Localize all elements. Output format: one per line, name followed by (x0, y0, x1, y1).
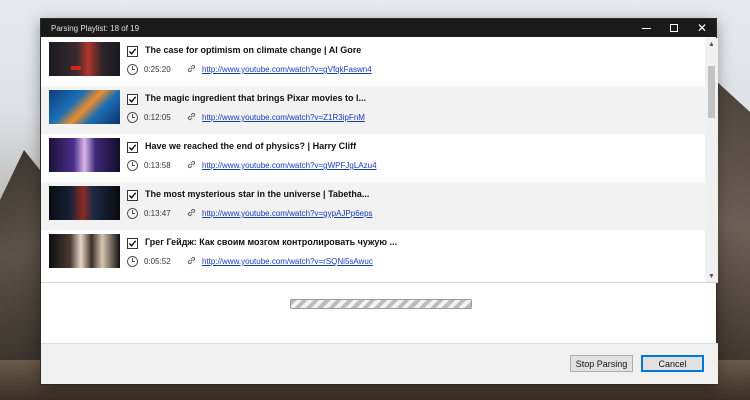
clock-icon (127, 256, 138, 267)
video-url-link[interactable]: http://www.youtube.com/watch?v=gWPFJgLAz… (202, 161, 377, 170)
video-thumbnail (49, 42, 120, 76)
vertical-scrollbar[interactable]: ▲ ▼ (705, 38, 718, 282)
stop-parsing-button[interactable]: Stop Parsing (570, 355, 633, 372)
parsing-playlist-dialog: Parsing Playlist: 18 of 19 ✕ The case fo… (40, 18, 718, 385)
window-controls: ✕ (632, 19, 716, 37)
video-title: Have we reached the end of physics? | Ha… (145, 141, 357, 151)
video-title: The most mysterious star in the universe… (145, 189, 370, 199)
video-url-link[interactable]: http://www.youtube.com/watch?v=Z1R3ipFnM (202, 113, 365, 122)
clock-icon (127, 208, 138, 219)
dialog-footer: Stop Parsing Cancel (41, 343, 718, 384)
list-item[interactable]: Have we reached the end of physics? | Ha… (41, 134, 705, 182)
video-url-link[interactable]: http://www.youtube.com/watch?v=gVfqkFasw… (202, 65, 372, 74)
video-title: The magic ingredient that brings Pixar m… (145, 93, 367, 103)
video-title: The case for optimism on climate change … (145, 45, 362, 55)
scroll-down-button[interactable]: ▼ (705, 270, 718, 282)
title-bar[interactable]: Parsing Playlist: 18 of 19 ✕ (41, 19, 716, 37)
parsing-progress-bar (290, 299, 472, 309)
link-icon (187, 112, 196, 121)
video-checkbox[interactable] (127, 190, 138, 201)
cancel-button[interactable]: Cancel (641, 355, 704, 372)
list-item[interactable]: The most mysterious star in the universe… (41, 182, 705, 230)
video-checkbox[interactable] (127, 142, 138, 153)
minimize-icon (641, 27, 651, 29)
checkmark-icon (128, 48, 137, 55)
close-icon: ✕ (696, 21, 708, 35)
chevron-up-icon: ▲ (708, 41, 715, 48)
video-duration: 0:05:52 (144, 257, 171, 266)
checkmark-icon (128, 192, 137, 199)
video-duration: 0:13:58 (144, 161, 171, 170)
link-icon (187, 208, 196, 217)
video-thumbnail (49, 234, 120, 268)
checkmark-icon (128, 96, 137, 103)
checkmark-icon (128, 240, 137, 247)
playlist-list: The case for optimism on climate change … (41, 38, 705, 282)
clock-icon (127, 160, 138, 171)
video-thumbnail (49, 138, 120, 172)
maximize-button[interactable] (660, 19, 688, 37)
minimize-button[interactable] (632, 19, 660, 37)
scrollbar-thumb[interactable] (708, 66, 715, 118)
link-icon (187, 256, 196, 265)
clock-icon (127, 64, 138, 75)
video-duration: 0:12:05 (144, 113, 171, 122)
chevron-down-icon: ▼ (708, 273, 715, 280)
maximize-icon (670, 24, 678, 32)
link-icon (187, 160, 196, 169)
list-item[interactable]: Грег Гейдж: Как своим мозгом контролиров… (41, 230, 705, 278)
close-button[interactable]: ✕ (688, 19, 716, 37)
playlist-list-area: The case for optimism on climate change … (41, 38, 718, 283)
window-title: Parsing Playlist: 18 of 19 (51, 23, 140, 33)
clock-icon (127, 112, 138, 123)
video-thumbnail (49, 186, 120, 220)
scroll-up-button[interactable]: ▲ (705, 38, 718, 51)
list-item[interactable]: The magic ingredient that brings Pixar m… (41, 86, 705, 134)
video-checkbox[interactable] (127, 94, 138, 105)
video-url-link[interactable]: http://www.youtube.com/watch?v=rSQNi5sAw… (202, 257, 373, 266)
video-checkbox[interactable] (127, 238, 138, 249)
video-duration: 0:13:47 (144, 209, 171, 218)
video-title: Грег Гейдж: Как своим мозгом контролиров… (145, 237, 398, 247)
checkmark-icon (128, 144, 137, 151)
video-checkbox[interactable] (127, 46, 138, 57)
link-icon (187, 64, 196, 73)
video-url-link[interactable]: http://www.youtube.com/watch?v=gypAJPp6e… (202, 209, 373, 218)
thumbnail-detail (71, 66, 81, 70)
video-duration: 0:25:20 (144, 65, 171, 74)
video-thumbnail (49, 90, 120, 124)
list-item[interactable]: The case for optimism on climate change … (41, 38, 705, 86)
